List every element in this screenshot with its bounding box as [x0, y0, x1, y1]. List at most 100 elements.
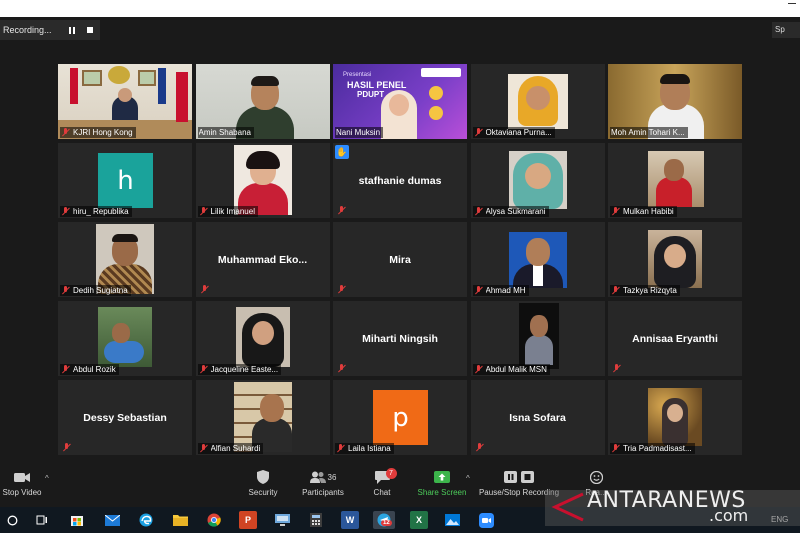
participant-tile[interactable]: stafhanie dumas ✋: [333, 143, 467, 218]
participant-tile[interactable]: Abdul Malik MSN: [470, 301, 605, 376]
mail-icon[interactable]: [103, 511, 121, 529]
participant-name-tag: Abdul Rozik: [60, 364, 119, 375]
participants-button[interactable]: 36 Participants: [299, 466, 347, 497]
participant-name-tag: Alysa Sukmarani: [472, 206, 549, 217]
store-icon[interactable]: [68, 511, 86, 529]
stop-video-label: Stop Video: [2, 488, 42, 497]
zoom-icon[interactable]: [477, 511, 495, 529]
recording-label: Recording...: [3, 25, 52, 35]
participant-tile[interactable]: Miharti Ningsih: [333, 301, 467, 376]
participant-tile[interactable]: Dedih Sugiatna: [58, 222, 192, 297]
participant-tile[interactable]: Alysa Sukmarani: [470, 143, 605, 218]
share-options-chevron-icon[interactable]: ^: [466, 474, 470, 483]
watermark-suffix: .com: [709, 506, 749, 525]
muted-mic-icon: [62, 443, 71, 452]
participant-tile[interactable]: Lilik Imanuel: [195, 143, 330, 218]
participant-name-tag: Ahmad MH: [472, 285, 529, 296]
participant-tile[interactable]: p Laila Istiana: [333, 380, 467, 455]
participant-name: KJRI Hong Kong: [73, 128, 133, 137]
participant-tile[interactable]: Dessy Sebastian: [58, 380, 192, 455]
chrome-icon[interactable]: [205, 511, 223, 529]
edge-icon[interactable]: [137, 511, 155, 529]
pause-recording-icon[interactable]: [67, 25, 77, 35]
muted-mic-icon: [474, 128, 483, 137]
minimize-icon[interactable]: [788, 3, 796, 4]
search-circle-icon[interactable]: [3, 511, 21, 529]
photos-icon[interactable]: [443, 511, 461, 529]
muted-mic-icon: [611, 207, 620, 216]
participant-tile[interactable]: Jacqueline Easte...: [195, 301, 330, 376]
muted-mic-icon: [199, 207, 208, 216]
remote-desktop-icon[interactable]: [273, 511, 291, 529]
participant-name: hiru_ Republika: [73, 207, 129, 216]
video-options-chevron-icon[interactable]: ^: [45, 474, 49, 483]
participant-name-tag: hiru_ Republika: [60, 206, 132, 217]
speaker-view-button[interactable]: Sp: [772, 22, 800, 38]
excel-icon[interactable]: X: [410, 511, 428, 529]
participant-name-tag: Tazkya Rizqyta: [610, 285, 680, 296]
participant-tile[interactable]: Ahmad MH: [470, 222, 605, 297]
muted-mic-icon: [200, 285, 209, 294]
participants-count: 36: [327, 472, 337, 482]
file-explorer-icon[interactable]: [171, 511, 189, 529]
recording-controls-icon: [504, 466, 534, 488]
telegram-badge: 12: [381, 520, 392, 526]
participant-name: Abdul Malik MSN: [485, 365, 547, 374]
participant-name: Moh Amin Tohari K...: [611, 128, 685, 137]
telegram-icon[interactable]: 12: [373, 511, 395, 529]
participant-name-center: Muhammad Eko...: [217, 253, 308, 266]
participant-name-center: Annisaa Eryanthi: [632, 332, 718, 345]
participant-name: Lilik Imanuel: [210, 207, 255, 216]
participant-tile[interactable]: h hiru_ Republika: [58, 143, 192, 218]
participants-icon-group: 36: [309, 466, 337, 488]
word-icon[interactable]: W: [341, 511, 359, 529]
stop-video-button[interactable]: Stop Video: [0, 466, 44, 497]
avatar: h: [98, 153, 153, 208]
participant-tile[interactable]: Mulkan Habibi: [608, 143, 742, 218]
participant-tile[interactable]: Moh Amin Tohari K...: [608, 64, 742, 139]
participant-tile[interactable]: KJRI Hong Kong: [58, 64, 192, 139]
participant-tile[interactable]: Alfian Suhardi: [195, 380, 330, 455]
participant-name-tag: Mulkan Habibi: [610, 206, 677, 217]
muted-mic-icon: [199, 444, 208, 453]
participant-tile[interactable]: Annisaa Eryanthi: [608, 301, 742, 376]
participant-tile[interactable]: Oktaviana Purna...: [470, 64, 605, 139]
participant-name-center: stafhanie dumas: [358, 174, 442, 187]
zoom-meeting-window: Recording... Sp KJRI Hong Kong Amin Shaba…: [0, 0, 800, 533]
participant-tile[interactable]: Mira: [333, 222, 467, 297]
stop-recording-icon[interactable]: [85, 25, 95, 35]
muted-mic-icon: [337, 364, 346, 373]
muted-mic-icon: [61, 286, 70, 295]
participant-name-tag: Oktaviana Purna...: [472, 127, 555, 138]
participant-name: Dedih Sugiatna: [73, 286, 128, 295]
antara-logo-icon: [551, 492, 584, 522]
participant-name: Ahmad MH: [485, 286, 526, 295]
participant-tile[interactable]: Muhammad Eko...: [195, 222, 330, 297]
share-screen-button[interactable]: Share Screen: [417, 466, 467, 497]
muted-mic-icon: [474, 207, 483, 216]
participant-name: Jacqueline Easte...: [210, 365, 279, 374]
powerpoint-icon[interactable]: P: [239, 511, 257, 529]
calculator-icon[interactable]: [307, 511, 325, 529]
video-camera-icon: [14, 466, 30, 488]
security-button[interactable]: Security: [243, 466, 283, 497]
participant-tile[interactable]: Abdul Rozik: [58, 301, 192, 376]
participant-tile[interactable]: Presentasi HASIL PENEL PDUPT Nani Muksin: [333, 64, 467, 139]
participant-name-tag: Jacqueline Easte...: [197, 364, 282, 375]
chat-unread-badge: 7: [385, 468, 397, 479]
chat-button[interactable]: 7 Chat: [368, 466, 397, 497]
task-view-icon[interactable]: [33, 511, 51, 529]
participant-name-tag: KJRI Hong Kong: [60, 127, 136, 138]
participant-name: Nani Muksin: [336, 128, 381, 137]
share-screen-label: Share Screen: [417, 488, 467, 497]
participant-tile[interactable]: Isna Sofara: [470, 380, 605, 455]
muted-mic-icon: [611, 286, 620, 295]
participant-tile[interactable]: Amin Shabana: [195, 64, 330, 139]
muted-mic-icon: [611, 444, 620, 453]
participant-name: Amin Shabana: [198, 128, 251, 137]
participant-tile[interactable]: Tria Padmadisast...: [608, 380, 742, 455]
muted-mic-icon: [474, 365, 483, 374]
muted-mic-icon: [337, 206, 346, 215]
participants-label: Participants: [302, 488, 344, 497]
participant-tile[interactable]: Tazkya Rizqyta: [608, 222, 742, 297]
